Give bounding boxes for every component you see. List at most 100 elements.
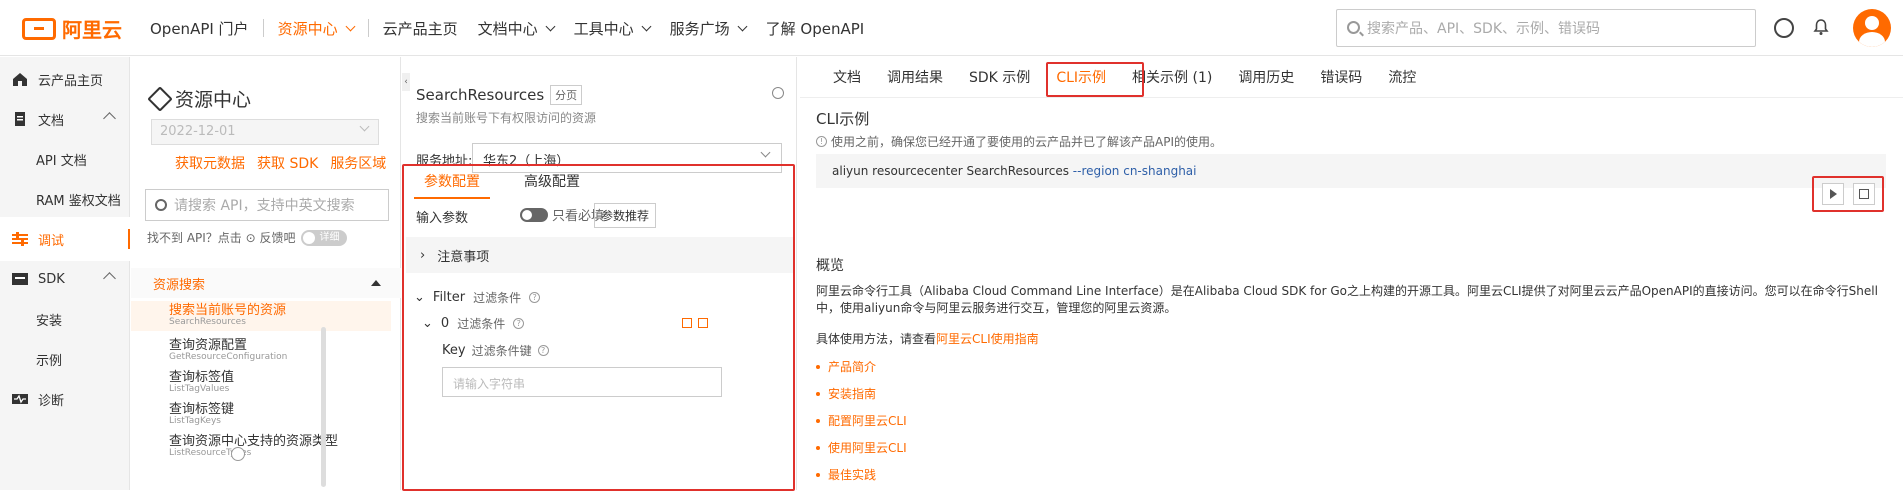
notes-label: 注意事项 xyxy=(437,249,490,265)
params-tabs: 参数配置 高级配置 xyxy=(414,165,590,199)
chevron-down-icon xyxy=(760,147,771,158)
panel-title-text: 资源中心 xyxy=(175,89,252,111)
scrollbar[interactable] xyxy=(321,327,326,487)
rail-item-examples[interactable]: 示例 xyxy=(0,337,130,381)
copy-icon xyxy=(1859,189,1869,199)
help-icon[interactable]: ? xyxy=(529,292,541,303)
run-cli-button[interactable] xyxy=(1822,183,1844,205)
condition-sub: 过滤条件 xyxy=(457,317,506,331)
toggle-switch[interactable] xyxy=(520,207,548,222)
highlight-box-cli-tab xyxy=(1046,62,1144,97)
rail-item-diagnose[interactable]: 诊断 xyxy=(0,377,130,421)
install-guide-link[interactable]: 安装指南 xyxy=(828,385,876,402)
cli-guide-link[interactable]: 阿里云CLI使用指南 xyxy=(936,332,1039,346)
rail-item-install[interactable]: 安装 xyxy=(0,297,130,341)
bullet-item: 产品简介 xyxy=(816,358,876,375)
condition-row[interactable]: ⌄ 0 过滤条件 ? xyxy=(422,315,525,332)
cli-command-box[interactable]: aliyun resourcecenter SearchResources --… xyxy=(816,154,1886,188)
detail-toggle[interactable]: 详细 xyxy=(301,229,348,246)
global-search-input[interactable]: 搜索产品、API、SDK、示例、错误码 xyxy=(1336,9,1756,47)
chevron-down-icon xyxy=(545,21,556,31)
get-metadata-link[interactable]: 获取元数据 xyxy=(175,153,245,173)
delete-icon[interactable] xyxy=(698,318,708,328)
search-icon xyxy=(155,199,167,211)
best-practices-link[interactable]: 最佳实践 xyxy=(828,466,876,483)
rail-item-product-home[interactable]: 云产品主页 xyxy=(0,57,130,101)
filter-label: Filter xyxy=(432,290,466,305)
diagnose-icon xyxy=(12,394,28,404)
nav-divider xyxy=(367,19,369,37)
copy-cli-button[interactable] xyxy=(1853,183,1875,205)
get-sdk-link[interactable]: 获取 SDK xyxy=(257,153,318,173)
divider xyxy=(800,97,1903,98)
top-bar: 阿里云 OpenAPI 门户 资源中心 云产品主页 文档中心 工具中心 服务广场… xyxy=(0,0,1903,56)
filter-row[interactable]: ⌄ Filter 过滤条件 ? xyxy=(414,289,541,306)
key-input[interactable]: 请输入字符串 xyxy=(442,367,722,397)
rail-item-ram-docs[interactable]: RAM 鉴权文档 xyxy=(0,177,130,221)
feedback-hint-text[interactable]: 找不到 API？点击 ⊙ 反馈吧 xyxy=(147,229,295,246)
api-search-input[interactable]: 请搜索 API，支持中英文搜索 xyxy=(145,189,389,221)
nav-service-plaza[interactable]: 服务广场 xyxy=(660,18,756,39)
chevron-up-icon[interactable] xyxy=(103,112,116,125)
notes-collapse[interactable]: › 注意事项 xyxy=(406,237,793,273)
copy-icon[interactable] xyxy=(682,318,692,328)
group-resource-search[interactable]: 资源搜索 xyxy=(131,268,401,298)
cli-command-main: aliyun resourcecenter SearchResources xyxy=(832,164,1073,178)
chevron-up-icon[interactable] xyxy=(103,272,116,285)
rail-item-docs[interactable]: 文档 xyxy=(0,97,130,141)
api-item-get-resource-configuration[interactable]: 查询资源配置 GetResourceConfiguration xyxy=(131,338,391,363)
api-item-list-tag-keys[interactable]: 查询标签键 ListTagKeys xyxy=(131,402,391,427)
help-icon[interactable]: ? xyxy=(513,318,525,329)
api-item-list-tag-values[interactable]: 查询标签值 ListTagValues xyxy=(131,370,391,395)
api-item-search-resources[interactable]: 搜索当前账号的资源 SearchResources xyxy=(131,301,391,332)
nav-service-plaza-label: 服务广场 xyxy=(669,19,730,38)
service-regions-link[interactable]: 服务区域 xyxy=(330,153,386,173)
dashboard-icon[interactable] xyxy=(1774,18,1794,38)
caret-up-icon xyxy=(371,280,381,286)
nav-docs-center[interactable]: 文档中心 xyxy=(468,18,564,39)
nav-resource-center[interactable]: 资源中心 xyxy=(268,18,364,39)
rail-item-debug[interactable]: 调试 xyxy=(0,217,130,261)
document-icon xyxy=(15,112,25,126)
product-intro-link[interactable]: 产品简介 xyxy=(828,358,876,375)
overview-text: 阿里云命令行工具（Alibaba Cloud Command Line Inte… xyxy=(816,284,1878,315)
nav-tools-center[interactable]: 工具中心 xyxy=(564,18,660,39)
collapse-left-icon[interactable]: ‹ xyxy=(402,73,410,91)
feedback-hint: 找不到 API？点击 ⊙ 反馈吧 详细 xyxy=(147,229,348,246)
usage-line: 具体使用方法，请查看阿里云CLI使用指南 xyxy=(816,330,1039,347)
api-version-select[interactable]: 2022-12-01 xyxy=(151,119,379,145)
cli-command-flag: --region cn-shanghai xyxy=(1072,164,1197,178)
tab-docs[interactable]: 文档 xyxy=(820,67,874,87)
use-cli-link[interactable]: 使用阿里云CLI xyxy=(828,439,907,456)
tab-error-codes[interactable]: 错误码 xyxy=(1307,67,1375,87)
aliyun-logo[interactable]: 阿里云 xyxy=(22,14,122,43)
tab-param-config[interactable]: 参数配置 xyxy=(414,165,490,199)
param-recommend-button[interactable]: 参数推荐 xyxy=(594,203,657,228)
required-only-toggle[interactable]: 只看必填 xyxy=(520,205,604,224)
tab-sdk-example[interactable]: SDK 示例 xyxy=(956,67,1043,87)
rail-item-sdk[interactable]: SDK xyxy=(0,257,130,301)
api-item-list-resource-types[interactable]: 查询资源中心支持的资源类型 ListResourceTypes xyxy=(131,434,391,459)
sliders-icon xyxy=(12,232,28,246)
nav-openapi-portal[interactable]: OpenAPI 门户 xyxy=(140,18,259,39)
nav-about-openapi[interactable]: 了解 OpenAPI xyxy=(756,18,875,39)
cube-icon xyxy=(147,85,173,112)
api-item-cn: 查询标签值 xyxy=(169,370,235,385)
settings-icon[interactable] xyxy=(772,87,784,99)
nav-product-home[interactable]: 云产品主页 xyxy=(373,18,468,39)
help-icon[interactable]: ? xyxy=(537,345,549,356)
api-item-en: ListTagValues xyxy=(169,384,230,395)
tab-call-history[interactable]: 调用历史 xyxy=(1225,67,1307,87)
tab-advanced-config[interactable]: 高级配置 xyxy=(514,165,590,199)
collapse-sidebar-button[interactable] xyxy=(231,447,245,461)
rail-item-api-docs[interactable]: API 文档 xyxy=(0,137,130,181)
api-directory-panel: 资源中心 2022-12-01 获取元数据 获取 SDK 服务区域 请搜索 AP… xyxy=(131,57,401,490)
api-version-value: 2022-12-01 xyxy=(160,124,236,139)
search-icon xyxy=(1347,21,1360,34)
avatar[interactable] xyxy=(1853,9,1891,47)
configure-cli-link[interactable]: 配置阿里云CLI xyxy=(828,412,907,429)
tab-call-result[interactable]: 调用结果 xyxy=(874,67,956,87)
bell-icon[interactable] xyxy=(1812,18,1830,36)
chevron-down-icon: ⌄ xyxy=(414,290,425,305)
tab-flow-control[interactable]: 流控 xyxy=(1375,67,1429,87)
